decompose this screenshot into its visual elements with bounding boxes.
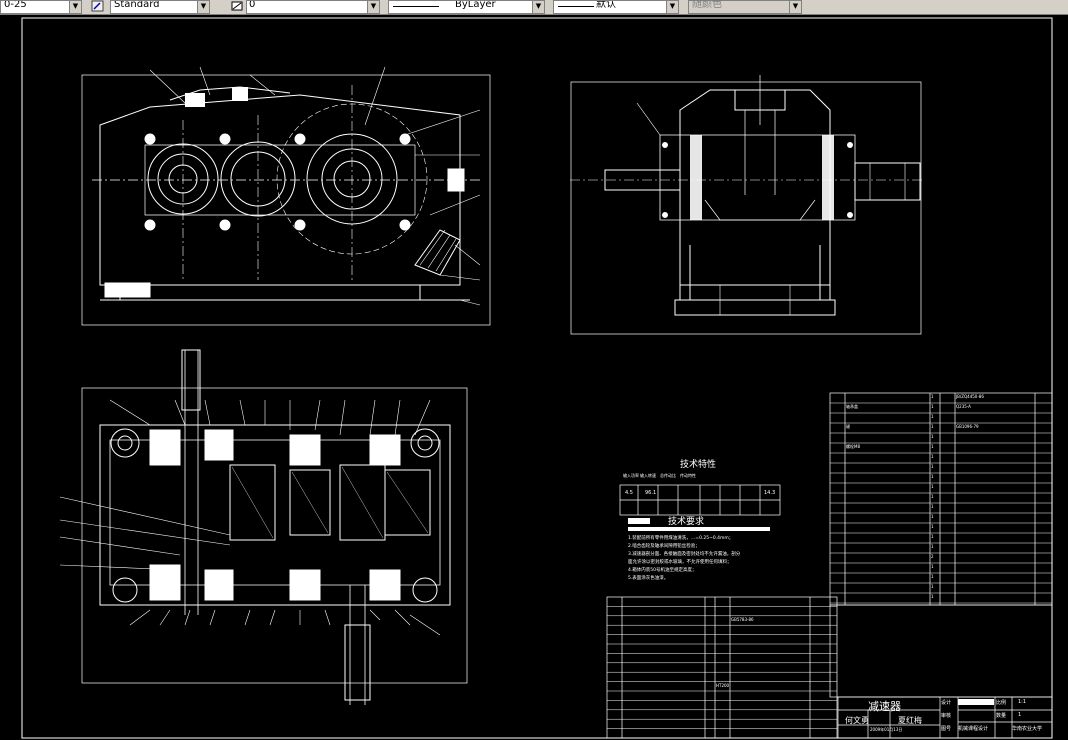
bom-upper-cell-qty: 1 xyxy=(931,584,934,589)
bom-lower-table xyxy=(606,596,1053,739)
tech-char-val-ratio: 14.3 xyxy=(764,490,776,496)
title-block-check-label: 审核 xyxy=(941,713,952,719)
bom-upper-cell-qty: 1 xyxy=(931,504,934,509)
bom-upper-cell-qty: 1 xyxy=(931,404,934,409)
side-view xyxy=(570,75,925,335)
drawing-canvas[interactable]: 技术特性 输入功率 输入转速 总传动比 传动特性 4.5 96.1 14.3 技… xyxy=(0,15,1068,740)
chevron-down-icon[interactable]: ▼ xyxy=(197,1,209,13)
title-block-designer: 何文勇 xyxy=(845,716,869,725)
bom-upper-cell-qty: 1 xyxy=(931,574,934,579)
title-block-qty-label: 数量 xyxy=(996,713,1007,719)
title-block-date: 2009年01月13日 xyxy=(870,727,903,732)
tech-req-line-1: 1.装配前所有零件用煤油清洗，…=0.25~0.4mm； xyxy=(628,536,734,541)
bom-upper-cell-qty: 2 xyxy=(931,554,934,559)
bom-upper-cell-qty: 1 xyxy=(931,534,934,539)
sheet-border xyxy=(21,17,1053,739)
bom-upper-cell-qty: 1 xyxy=(931,514,934,519)
bom-upper-cell-name: 键 xyxy=(846,424,850,429)
bom-lower-left-cell-material: HT200 xyxy=(716,682,730,688)
tech-req-redacted xyxy=(628,518,650,524)
bom-upper-cell-qty: 1 xyxy=(931,474,934,479)
bom-upper-cell-qty: 1 xyxy=(931,424,934,429)
bom-upper-cell-note: JB/ZQ4450-86 xyxy=(956,394,984,399)
title-block-scale-label: 比例 xyxy=(996,700,1007,706)
title-block-scale-value: 1:1 xyxy=(1018,699,1027,705)
lineweight-combo[interactable]: 默认 ▼ xyxy=(553,0,679,14)
bom-upper-cell-qty: 1 xyxy=(931,524,934,529)
bom-upper-cell-qty: 1 xyxy=(931,464,934,469)
properties-toolbar: 0-25 ▼ Standard ▼ 0 ▼ ByLayer ▼ 默认 ▼ 随颜色… xyxy=(0,0,1068,15)
title-block-design-label: 设计 xyxy=(941,700,952,706)
tech-req-line-5: 4.箱体内装50号机油至规定高度； xyxy=(628,568,697,573)
tech-req-line-2: 2.啮合齿轮及轴承间隙用铅丝检验； xyxy=(628,544,700,549)
linetype-sample xyxy=(393,6,439,7)
front-view xyxy=(81,66,491,326)
tech-req-line-6: 5.表面涂灰色油漆。 xyxy=(628,576,669,581)
text-style-manager-icon[interactable] xyxy=(91,0,104,12)
tech-char-col-speed: 输入转速 xyxy=(640,473,656,478)
bom-upper-cell-qty: 1 xyxy=(931,564,934,569)
tech-req-line-4: 面允许涂以密封胶或水玻璃，不允许使用任何填料； xyxy=(628,560,732,565)
chevron-down-icon[interactable]: ▼ xyxy=(69,1,81,13)
title-block-drawing-label: 图号 xyxy=(941,726,952,732)
title-block-qty-value: 1 xyxy=(1018,712,1022,718)
chevron-down-icon[interactable]: ▼ xyxy=(367,1,379,13)
bom-upper-cell-note: Q235-A xyxy=(956,404,971,409)
title-block-name: 减速器 xyxy=(868,700,901,713)
chevron-down-icon[interactable]: ▼ xyxy=(532,1,544,13)
tech-char-val-speed: 96.1 xyxy=(645,490,657,496)
tech-req-title: 技术要求 xyxy=(668,517,705,527)
plotstyle-value: 随颜色 xyxy=(692,0,722,10)
bom-upper-cell-name: 螺栓M8 xyxy=(846,444,860,449)
textstyle-value: Standard xyxy=(114,0,160,10)
tech-char-title: 技术特性 xyxy=(680,460,717,470)
bom-upper-cell-qty: 1 xyxy=(931,444,934,449)
linetype-value: ByLayer xyxy=(455,0,496,10)
title-block-school: 华南农业大学 xyxy=(1012,726,1043,732)
tech-char-col-char: 传动特性 xyxy=(680,473,696,478)
tech-char-val-power: 4.5 xyxy=(625,490,633,496)
bom-upper-cell-qty: 1 xyxy=(931,484,934,489)
tech-req-underline xyxy=(628,527,770,531)
top-section-view xyxy=(59,349,468,705)
linetype-combo[interactable]: ByLayer ▼ xyxy=(388,0,545,14)
bom-upper-cell-qty: 1 xyxy=(931,414,934,419)
layer-state-icon[interactable] xyxy=(231,0,244,12)
tech-char-col-ratio: 总传动比 xyxy=(660,473,676,478)
title-block-redacted xyxy=(958,699,994,705)
lineweight-sample xyxy=(558,6,594,7)
tech-char-col-power: 输入功率 xyxy=(623,473,639,478)
dimstyle-combo[interactable]: 0-25 ▼ xyxy=(0,0,82,14)
bom-upper-cell-qty: 1 xyxy=(931,594,934,599)
lineweight-value: 默认 xyxy=(596,0,616,10)
title-block-purpose: 机械课程设计 xyxy=(958,726,989,732)
tech-char-table xyxy=(619,484,781,516)
cad-drawing xyxy=(21,17,1053,739)
bom-upper-cell-name: 轴承盖 xyxy=(846,404,858,409)
tech-req-line-3: 3.减速器剖分面、各接触面及密封处均不允许漏油，剖分 xyxy=(628,552,741,557)
bom-upper-cell-qty: 1 xyxy=(931,394,934,399)
title-block-checker: 夏红梅 xyxy=(898,716,922,725)
dimstyle-value: 0-25 xyxy=(4,0,27,10)
chevron-down-icon[interactable]: ▼ xyxy=(789,1,801,13)
bom-upper-cell-note: GB1096-79 xyxy=(956,424,979,429)
textstyle-combo[interactable]: Standard ▼ xyxy=(110,0,210,14)
plotstyle-combo[interactable]: 随颜色 ▼ xyxy=(688,0,802,14)
layer-combo[interactable]: 0 ▼ xyxy=(246,0,380,14)
bom-lower-left-cell-note: GB5783-86 xyxy=(731,616,754,622)
bom-upper-cell-qty: 1 xyxy=(931,544,934,549)
bom-upper-cell-qty: 1 xyxy=(931,454,934,459)
chevron-down-icon[interactable]: ▼ xyxy=(666,1,678,13)
layer-value: 0 xyxy=(249,0,256,10)
bom-upper-cell-qty: 1 xyxy=(931,494,934,499)
bom-upper-cell-qty: 1 xyxy=(931,434,934,439)
